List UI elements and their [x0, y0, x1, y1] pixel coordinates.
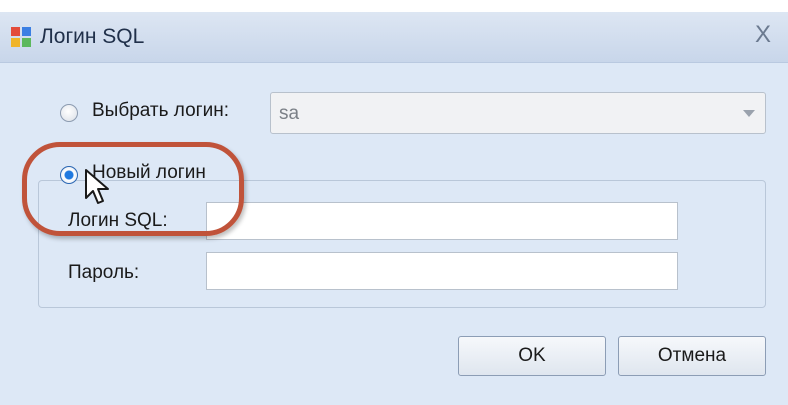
password-label: Пароль: [68, 262, 140, 283]
title-bar: Логин SQL X [0, 12, 788, 63]
choose-login-label: Выбрать логин: [92, 100, 229, 121]
mouse-cursor-icon [85, 169, 109, 204]
app-window-icon [11, 27, 31, 47]
highlight-circle [22, 142, 244, 236]
login-select[interactable]: sa [270, 92, 766, 134]
password-input[interactable] [206, 252, 678, 290]
choose-login-radio[interactable] [60, 104, 78, 122]
window-title: Логин SQL [40, 25, 145, 48]
login-dialog: Логин SQL X Выбрать логин: sa Новый логи… [0, 0, 788, 405]
sql-login-input[interactable] [206, 202, 678, 240]
login-select-value: sa [279, 103, 300, 124]
chevron-down-icon[interactable] [743, 110, 755, 117]
close-icon[interactable]: X [748, 20, 778, 50]
ok-button[interactable]: OK [458, 336, 606, 376]
cancel-button[interactable]: Отмена [618, 336, 766, 376]
